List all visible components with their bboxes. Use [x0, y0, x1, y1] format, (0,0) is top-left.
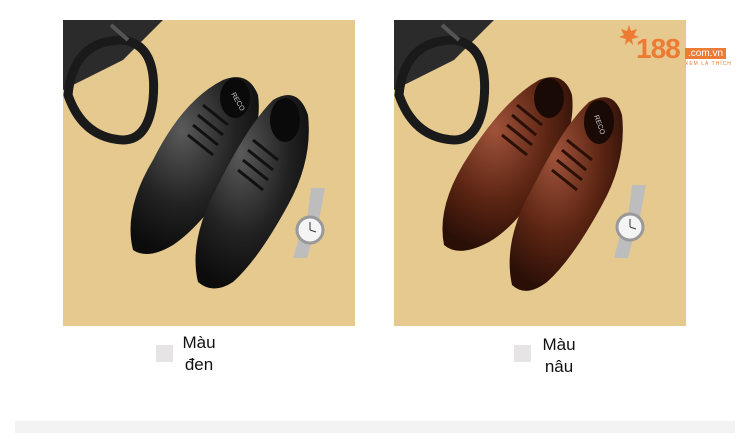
logo-number: 188 [636, 33, 681, 64]
logo-tagline: XEM LÀ THÍCH [685, 61, 732, 67]
site-logo[interactable]: 188 .com.vn XEM LÀ THÍCH [618, 24, 736, 70]
bottom-divider-bar [15, 421, 735, 433]
color-label-brown[interactable]: Màu nâu [529, 334, 589, 378]
briefcase-image [394, 20, 494, 145]
wristwatch-image [614, 185, 646, 258]
product-photo-black-shoes[interactable]: RECO [63, 20, 355, 326]
briefcase-image [63, 20, 163, 145]
wristwatch-image [293, 188, 325, 258]
logo-domain: .com.vn [685, 48, 727, 59]
color-label-black[interactable]: Màu đen [169, 332, 229, 376]
